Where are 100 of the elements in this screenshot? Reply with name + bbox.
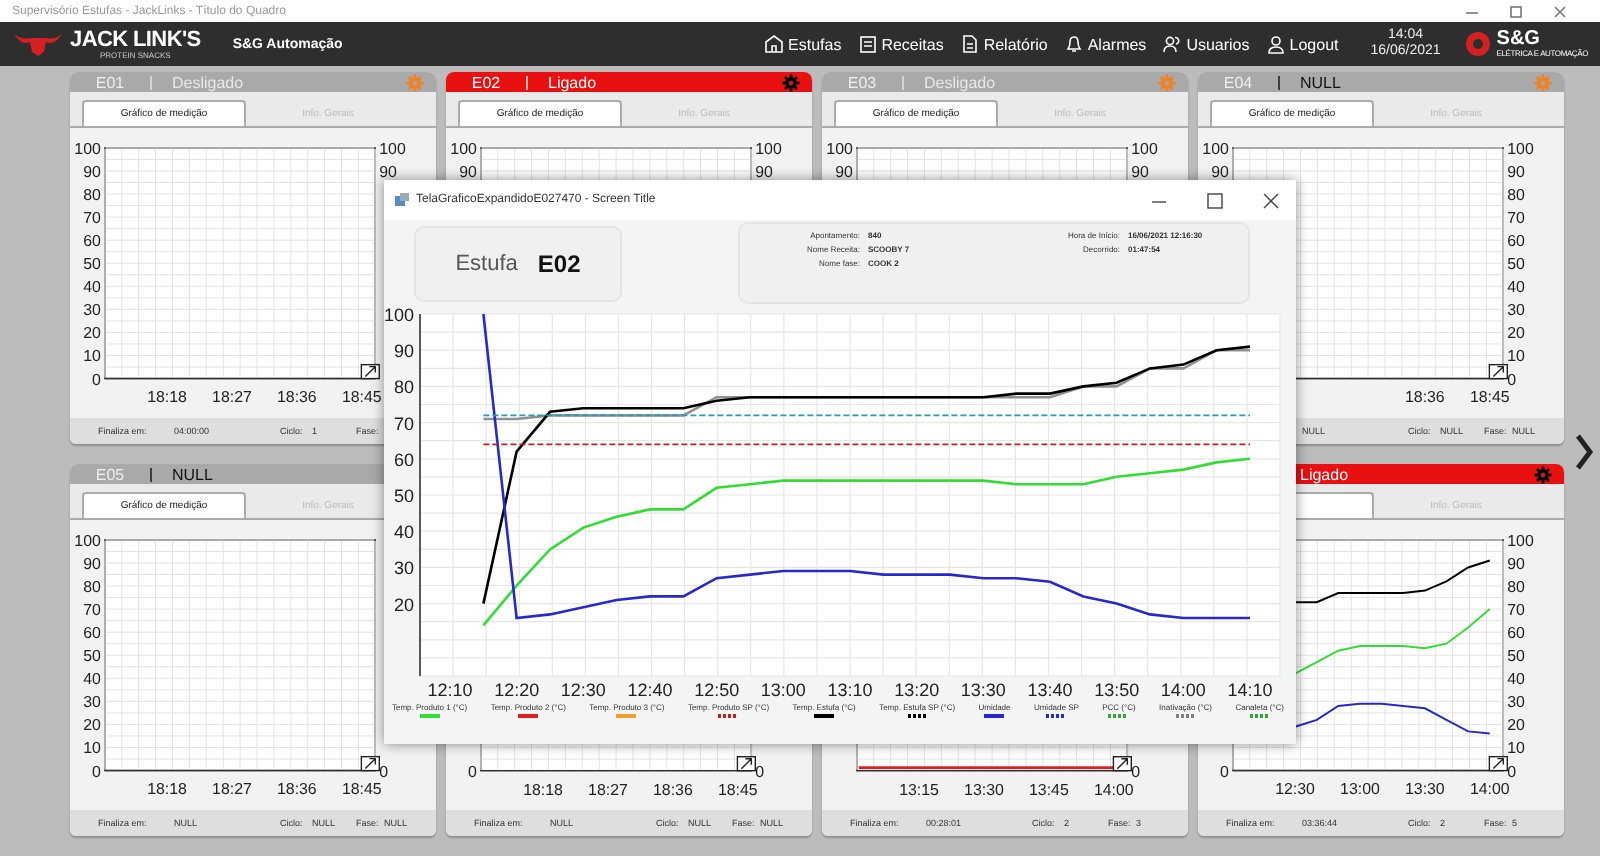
axis-tick-label: 90 <box>835 162 853 181</box>
building-icon <box>764 34 785 54</box>
axis-tick-label: 12:30 <box>1275 780 1315 799</box>
axis-tick-label: 60 <box>83 231 101 250</box>
oven-code: E03 <box>847 73 877 91</box>
axis-tick-label: 13:30 <box>960 680 1006 700</box>
clipboard-icon <box>857 34 878 54</box>
axis-tick-label: 18:27 <box>212 388 252 407</box>
axis-tick-label: 13:00 <box>760 680 806 700</box>
axis-tick-label: 100 <box>1131 139 1158 158</box>
axis-tick-label: 10 <box>1507 347 1525 366</box>
oven-status: Ligado <box>548 73 597 91</box>
axis-tick-label: 90 <box>1507 554 1525 573</box>
axis-tick-label: 14:10 <box>1227 680 1273 700</box>
axis-tick-label: 12:40 <box>627 680 673 700</box>
axis-tick-label: 60 <box>1507 623 1525 642</box>
axis-tick-label: 12:10 <box>427 680 473 700</box>
axis-tick-label: 0 <box>92 370 101 389</box>
close-icon[interactable] <box>1262 191 1280 209</box>
maximize-icon[interactable] <box>1508 3 1524 19</box>
axis-tick-label: 20 <box>393 594 414 615</box>
axis-tick-label: 90 <box>1211 162 1229 181</box>
axis-tick-label: 90 <box>755 162 773 181</box>
axis-tick-label: 20 <box>1507 324 1525 343</box>
axis-tick-label: 70 <box>393 413 414 434</box>
axis-tick-label: 60 <box>83 623 101 642</box>
axis-tick-label: 100 <box>379 139 406 158</box>
nav-link[interactable]: Receitas <box>857 34 944 54</box>
axis-tick-label: 10 <box>83 739 101 758</box>
axis-tick-label: 20 <box>83 716 101 735</box>
oven-code: E04 <box>1223 73 1253 91</box>
axis-tick-label: 18:36 <box>1405 388 1445 407</box>
nav-link[interactable]: Logout <box>1265 34 1339 54</box>
oven-code: E01 <box>95 73 125 91</box>
axis-tick-label: 30 <box>1507 693 1525 712</box>
oven-status: NULL <box>172 465 213 483</box>
axis-tick-label: 30 <box>1507 301 1525 320</box>
axis-tick-label: 50 <box>83 647 101 665</box>
axis-tick-label: 90 <box>1131 162 1149 181</box>
oven-status: Desligado <box>924 73 996 91</box>
axis-tick-label: 13:15 <box>899 780 939 799</box>
expand-icon[interactable] <box>736 755 756 772</box>
axis-tick-label: 100 <box>1507 139 1534 158</box>
chevron-right-icon[interactable] <box>1574 431 1594 471</box>
axis-tick-label: 0 <box>1131 762 1141 781</box>
axis-tick-label: 0 <box>92 762 101 781</box>
axis-tick-label: 12:20 <box>494 680 540 700</box>
users-icon <box>1162 34 1183 54</box>
expand-icon[interactable] <box>360 755 380 772</box>
axis-tick-label: 100 <box>74 531 101 550</box>
axis-tick-label: 0 <box>1507 762 1517 781</box>
axis-tick-label: 50 <box>393 486 414 506</box>
axis-tick-label: 0 <box>467 762 477 781</box>
bell-icon <box>1063 34 1084 54</box>
ring-logo-icon <box>1464 30 1493 58</box>
expand-icon[interactable] <box>1488 363 1508 380</box>
close-icon[interactable] <box>1552 3 1568 19</box>
axis-tick-label: 18:27 <box>212 780 252 799</box>
oven-status: Ligado <box>1300 465 1349 483</box>
axis-tick-label: 80 <box>393 377 414 398</box>
expand-icon[interactable] <box>1488 755 1508 772</box>
axis-tick-label: 13:40 <box>1027 680 1073 700</box>
axis-tick-label: 80 <box>83 577 101 596</box>
axis-tick-label: 80 <box>1507 577 1525 596</box>
axis-tick-label: 10 <box>1507 739 1525 758</box>
nav-link[interactable]: Estufas <box>764 34 842 54</box>
axis-tick-label: 100 <box>755 139 782 158</box>
axis-tick-label: 14:00 <box>1160 680 1206 700</box>
axis-tick-label: 13:30 <box>1405 780 1445 799</box>
axis-tick-label: 80 <box>1507 185 1525 204</box>
axis-tick-label: 100 <box>74 139 101 158</box>
axis-tick-label: 18:45 <box>1469 388 1510 407</box>
oven-code: E05 <box>95 465 125 483</box>
axis-tick-label: 10 <box>83 347 101 366</box>
axis-tick-label: 100 <box>450 139 477 158</box>
axis-tick-label: 13:45 <box>1029 780 1069 799</box>
nav-link[interactable]: Relatório <box>959 34 1048 54</box>
axis-tick-label: 13:50 <box>1094 680 1140 700</box>
nav-link[interactable]: Alarmes <box>1063 34 1147 54</box>
axis-tick-label: 20 <box>1507 716 1525 735</box>
axis-tick-label: 18:18 <box>147 388 187 407</box>
axis-tick-label: 0 <box>1507 370 1517 389</box>
expand-icon[interactable] <box>360 363 380 380</box>
bull-logo-icon <box>12 30 64 58</box>
maximize-icon[interactable] <box>1206 191 1224 209</box>
axis-tick-label: 90 <box>83 162 101 181</box>
expand-icon[interactable] <box>1112 755 1132 772</box>
axis-tick-label: 70 <box>1507 600 1525 619</box>
axis-tick-label: 40 <box>1507 670 1525 689</box>
axis-tick-label: 18:27 <box>588 780 628 799</box>
axis-tick-label: 18:36 <box>277 388 317 407</box>
axis-tick-label: 40 <box>83 278 101 297</box>
nav-link[interactable]: Usuarios <box>1162 34 1250 54</box>
oven-code: E02 <box>537 249 581 277</box>
axis-tick-label: 12:50 <box>694 680 740 700</box>
axis-tick-label: 100 <box>1507 531 1534 550</box>
brand-logo: JACK LINK'S <box>70 29 201 51</box>
axis-tick-label: 18:36 <box>277 780 317 799</box>
axis-tick-label: 100 <box>384 306 414 325</box>
user-icon <box>1265 34 1286 54</box>
